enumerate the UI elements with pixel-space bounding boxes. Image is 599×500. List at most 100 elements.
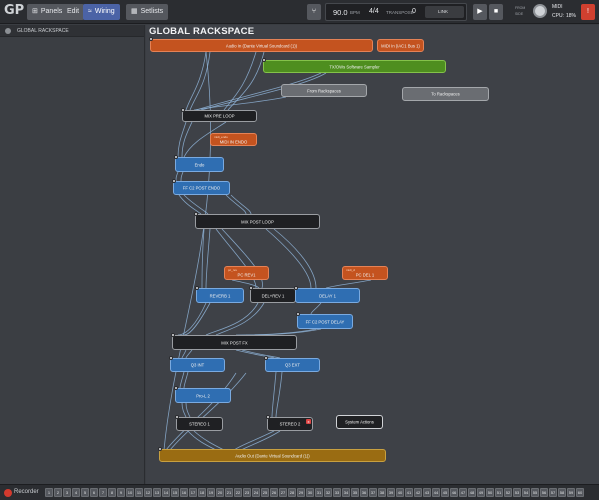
input-pin[interactable] bbox=[175, 415, 179, 419]
channel-button[interactable]: 45 bbox=[441, 488, 449, 497]
input-pin[interactable] bbox=[171, 333, 175, 337]
channel-button[interactable]: 41 bbox=[405, 488, 413, 497]
input-pin[interactable] bbox=[169, 356, 173, 360]
channel-button[interactable]: 49 bbox=[477, 488, 485, 497]
channel-button[interactable]: 23 bbox=[243, 488, 251, 497]
panic-button[interactable]: ! bbox=[581, 4, 595, 20]
tempo-value[interactable]: 90.0 bbox=[333, 8, 348, 17]
channel-button[interactable]: 50 bbox=[486, 488, 494, 497]
reverb1-node[interactable]: REVERB 1 bbox=[196, 288, 244, 303]
input-pin[interactable] bbox=[262, 58, 266, 62]
input-pin[interactable] bbox=[264, 356, 268, 360]
channel-button[interactable]: 58 bbox=[558, 488, 566, 497]
stop-button[interactable]: ■ bbox=[489, 4, 503, 20]
input-pin[interactable] bbox=[195, 286, 199, 290]
del-rev1-node[interactable]: DEL+REV 1 bbox=[250, 288, 296, 303]
channel-button[interactable]: 1 bbox=[45, 488, 53, 497]
channel-button[interactable]: 57 bbox=[549, 488, 557, 497]
from-rackspaces-node[interactable]: From Rackspaces bbox=[281, 84, 367, 97]
setlists-button[interactable]: ▦ Setlists bbox=[126, 4, 169, 20]
channel-button[interactable]: 51 bbox=[495, 488, 503, 497]
channel-button[interactable]: 38 bbox=[378, 488, 386, 497]
q3-int-node[interactable]: Q3 INT bbox=[170, 358, 225, 372]
channel-button[interactable]: 34 bbox=[342, 488, 350, 497]
channel-button[interactable]: 15 bbox=[171, 488, 179, 497]
channel-button[interactable]: 52 bbox=[504, 488, 512, 497]
stereo2-node[interactable]: STEREO 2 x bbox=[267, 417, 313, 431]
close-icon[interactable]: x bbox=[306, 419, 311, 424]
record-icon[interactable] bbox=[4, 489, 12, 497]
transpose-value[interactable]: 0 bbox=[412, 8, 416, 15]
channel-button[interactable]: 25 bbox=[261, 488, 269, 497]
channel-button[interactable]: 5 bbox=[81, 488, 89, 497]
channel-button[interactable]: 3 bbox=[63, 488, 71, 497]
time-signature[interactable]: 4/4 bbox=[369, 8, 379, 15]
input-pin[interactable] bbox=[249, 286, 253, 290]
channel-button[interactable]: 2 bbox=[54, 488, 62, 497]
channel-button[interactable]: 21 bbox=[225, 488, 233, 497]
channel-button[interactable]: 18 bbox=[198, 488, 206, 497]
master-volume-knob[interactable] bbox=[533, 4, 547, 18]
channel-button[interactable]: 44 bbox=[432, 488, 440, 497]
channel-button[interactable]: 26 bbox=[270, 488, 278, 497]
channel-button[interactable]: 43 bbox=[423, 488, 431, 497]
audio-out-node[interactable]: Audio Out (Dante Virtual Soundcard (1)) bbox=[159, 449, 386, 462]
channel-button[interactable]: 24 bbox=[252, 488, 260, 497]
mix-post-loop-node[interactable]: MIX POST LOOP bbox=[195, 214, 320, 229]
pc-del1-node[interactable]: midi_d PC DEL 1 bbox=[342, 266, 388, 280]
system-actions-node[interactable]: System Actions bbox=[336, 415, 383, 429]
channel-button[interactable]: 19 bbox=[207, 488, 215, 497]
channel-button[interactable]: 7 bbox=[99, 488, 107, 497]
tuner-button[interactable]: ⑂ bbox=[307, 4, 321, 20]
channel-button[interactable]: 29 bbox=[297, 488, 305, 497]
channel-button[interactable]: 9 bbox=[117, 488, 125, 497]
delay1-node[interactable]: DELAY 1 bbox=[295, 288, 360, 303]
q3-ext-node[interactable]: Q3 EXT bbox=[265, 358, 320, 372]
midi-in-endo-node[interactable]: midi_endo MIDI IN ENDO bbox=[210, 133, 257, 146]
channel-button[interactable]: 10 bbox=[126, 488, 134, 497]
input-pin[interactable] bbox=[149, 37, 153, 41]
channel-button[interactable]: 37 bbox=[369, 488, 377, 497]
play-button[interactable]: ▶ bbox=[473, 4, 487, 20]
channel-button[interactable]: 6 bbox=[90, 488, 98, 497]
input-pin[interactable] bbox=[172, 179, 176, 183]
channel-button[interactable]: 36 bbox=[360, 488, 368, 497]
channel-button[interactable]: 47 bbox=[459, 488, 467, 497]
input-pin[interactable] bbox=[294, 286, 298, 290]
channel-button[interactable]: 12 bbox=[144, 488, 152, 497]
channel-button[interactable]: 42 bbox=[414, 488, 422, 497]
input-pin[interactable] bbox=[296, 312, 300, 316]
channel-button[interactable]: 11 bbox=[135, 488, 143, 497]
to-rackspaces-node[interactable]: To Rackspaces bbox=[402, 87, 489, 101]
channel-button[interactable]: 53 bbox=[513, 488, 521, 497]
pc-rev1-node[interactable]: pc_rev PC REV1 bbox=[224, 266, 269, 280]
pro-l2-node[interactable]: Pro-L 2 bbox=[175, 388, 231, 403]
channel-button[interactable]: 30 bbox=[306, 488, 314, 497]
channel-button[interactable]: 35 bbox=[351, 488, 359, 497]
input-pin[interactable] bbox=[174, 386, 178, 390]
channel-button[interactable]: 31 bbox=[315, 488, 323, 497]
midi-in-iac1-node[interactable]: MIDI In (IAC1 Bus 1) bbox=[377, 39, 424, 52]
channel-button[interactable]: 56 bbox=[540, 488, 548, 497]
input-pin[interactable] bbox=[194, 212, 198, 216]
audio-in-node[interactable]: Audio In (Dante Virtual Soundcard (1)) bbox=[150, 39, 373, 52]
sampler-node[interactable]: TX/OWs Software Sampler bbox=[263, 60, 446, 73]
channel-button[interactable]: 20 bbox=[216, 488, 224, 497]
channel-button[interactable]: 46 bbox=[450, 488, 458, 497]
channel-button[interactable]: 13 bbox=[153, 488, 161, 497]
edit-button[interactable]: Edit bbox=[62, 4, 85, 20]
channel-button[interactable]: 22 bbox=[234, 488, 242, 497]
channel-button[interactable]: 27 bbox=[279, 488, 287, 497]
channel-button[interactable]: 32 bbox=[324, 488, 332, 497]
mix-pre-loop-node[interactable]: MIX PRE LOOP bbox=[182, 110, 257, 122]
wiring-canvas[interactable]: GLOBAL RACKSPACE Audio In (Dante Virtual… bbox=[146, 25, 599, 484]
channel-button[interactable]: 33 bbox=[333, 488, 341, 497]
ff-c2-post-endo-node[interactable]: FF C2 POST ENDO bbox=[173, 181, 230, 195]
channel-button[interactable]: 4 bbox=[72, 488, 80, 497]
endo-node[interactable]: Endo bbox=[175, 157, 224, 172]
channel-button[interactable]: 54 bbox=[522, 488, 530, 497]
wiring-button[interactable]: ≈ Wiring bbox=[83, 4, 120, 20]
channel-button[interactable]: 8 bbox=[108, 488, 116, 497]
input-pin[interactable] bbox=[174, 155, 178, 159]
channel-button[interactable]: 39 bbox=[387, 488, 395, 497]
